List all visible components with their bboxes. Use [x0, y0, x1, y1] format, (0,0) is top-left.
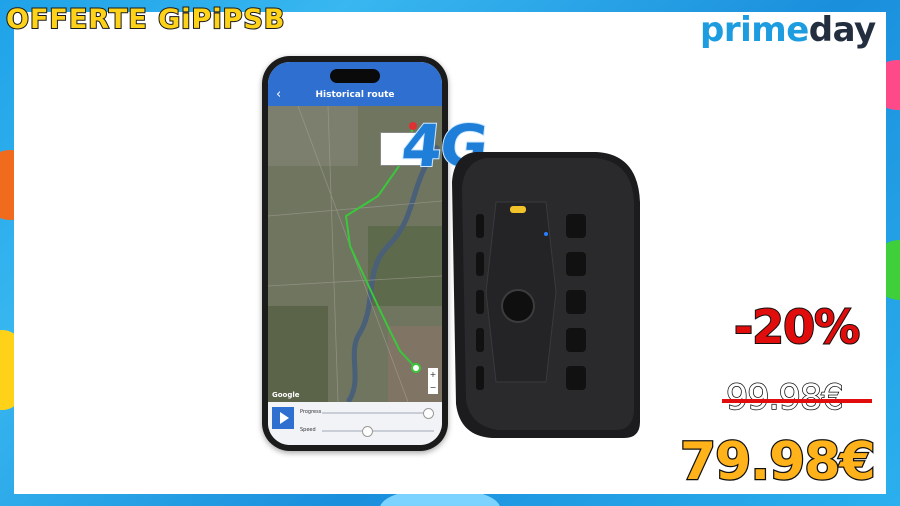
zoom-out-button[interactable]: − [430, 383, 437, 392]
app-title: Historical route [268, 84, 442, 106]
map-attribution: Google [272, 391, 300, 399]
speed-label: Speed [300, 427, 316, 433]
play-icon[interactable] [272, 407, 294, 429]
speed-slider-knob[interactable] [361, 426, 373, 437]
old-price: 99.98€ [725, 377, 844, 419]
back-chevron-icon[interactable]: ‹ [276, 84, 281, 106]
progress-label: Progress [300, 409, 322, 415]
old-price-strikethrough [722, 399, 872, 403]
gps-tracker-device [452, 152, 640, 438]
playback-controls: Progress Speed [268, 402, 442, 445]
prime-day-logo: primeday [700, 10, 876, 50]
progress-slider-knob[interactable] [423, 408, 435, 419]
prime-word: prime [700, 10, 809, 50]
discount-badge: -20% [733, 299, 861, 355]
new-price: 79.98€ [679, 431, 877, 494]
dynamic-island [330, 69, 380, 83]
speed-slider[interactable] [322, 430, 434, 432]
day-word: day [808, 10, 876, 50]
brand-title: OFFERTE GiPiPSB [5, 3, 286, 36]
promo-banner-frame: OFFERTE GiPiPSB primeday Historical rout… [0, 0, 900, 506]
progress-slider[interactable] [322, 412, 434, 414]
zoom-in-button[interactable]: + [430, 370, 437, 379]
zoom-control[interactable]: + − [428, 368, 438, 394]
